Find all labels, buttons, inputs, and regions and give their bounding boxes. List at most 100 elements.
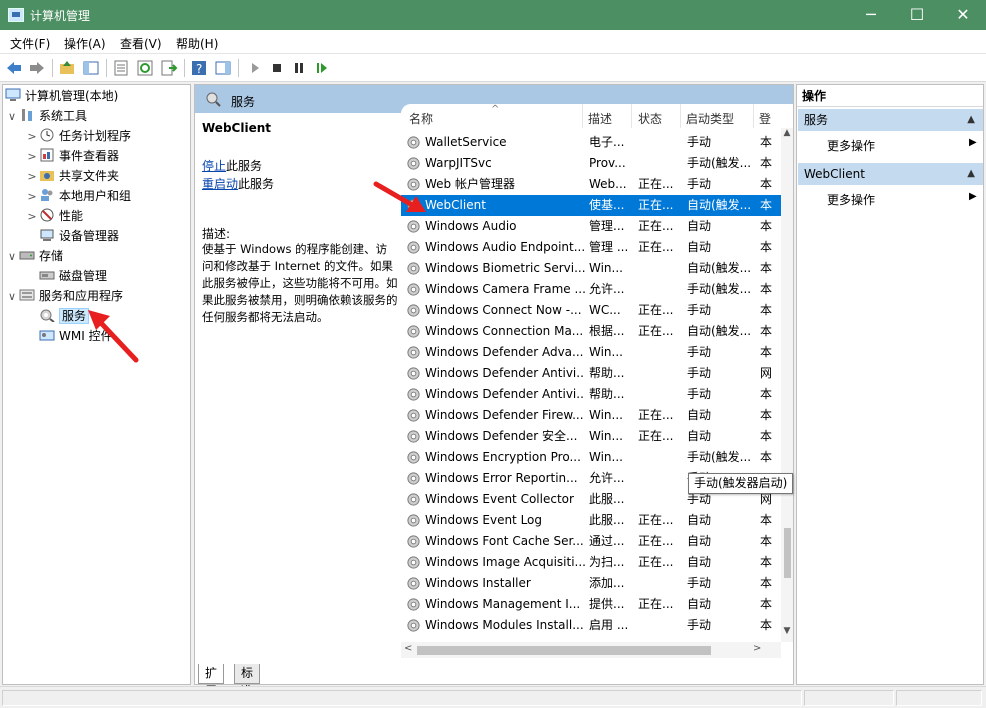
tree-item-services-and-applications[interactable]: ∨ 服务和应用程序 [5, 286, 123, 306]
service-row[interactable]: Windows Modules Install... 启用 ... 手动 本 [401, 615, 781, 636]
forward-icon[interactable] [28, 59, 46, 77]
service-row[interactable]: Windows Management I... 提供... 正在... 自动 本 [401, 594, 781, 615]
collapse-chevron-icon[interactable]: ∨ [5, 247, 19, 267]
collapse-chevron-icon[interactable]: ∨ [5, 287, 19, 307]
service-name: Windows Modules Install... [425, 618, 584, 632]
status-segment [2, 690, 802, 706]
service-row[interactable]: Windows Defender Antivi... 帮助... 手动 本 [401, 384, 781, 405]
back-icon[interactable] [5, 59, 23, 77]
tree-item-shared-folders[interactable]: > 共享文件夹 [25, 166, 119, 186]
service-row[interactable]: Windows Biometric Servi... Win... 自动(触发...… [401, 258, 781, 279]
tab-extended[interactable]: 扩展 [198, 664, 225, 698]
service-row[interactable]: Windows Connect Now -... WC... 正在... 手动 本 [401, 300, 781, 321]
menu-action[interactable]: 操作(A) [64, 35, 106, 52]
tree-item-task-scheduler[interactable]: > 任务计划程序 [25, 126, 131, 146]
service-row[interactable]: Windows Camera Frame ... 允许... 手动(触发... 本 [401, 279, 781, 300]
service-row[interactable]: WarpJITSvc Prov... 手动(触发... 本 [401, 153, 781, 174]
scroll-up-icon[interactable]: ▲ [781, 128, 793, 138]
service-row[interactable]: Windows Audio 管理... 正在... 自动 本 [401, 216, 781, 237]
properties-icon[interactable] [112, 59, 130, 77]
minimize-button[interactable]: ─ [848, 0, 894, 30]
tree-item-performance[interactable]: > 性能 [25, 206, 83, 226]
more-actions-services[interactable]: 更多操作 ▶ [827, 137, 977, 154]
column-log-on-as[interactable]: 登 [759, 110, 771, 127]
refresh-icon[interactable] [136, 59, 154, 77]
service-status: 正在... [638, 408, 674, 422]
help-icon[interactable]: ? [190, 59, 208, 77]
vertical-scroll-thumb[interactable] [784, 528, 791, 578]
maximize-button[interactable]: ☐ [894, 0, 940, 30]
horizontal-scrollbar[interactable]: < > [401, 642, 781, 658]
service-description: 帮助... [589, 366, 625, 380]
service-row[interactable]: Windows Audio Endpoint... 管理 ... 正在... 自动 本 [401, 237, 781, 258]
tree-item-device-manager[interactable]: 设备管理器 [25, 226, 119, 246]
menu-help[interactable]: 帮助(H) [176, 35, 218, 52]
service-row[interactable]: Windows Defender Firew... Win... 正在... 自动 本 [401, 405, 781, 426]
service-row[interactable]: Windows Installer 添加... 手动 本 [401, 573, 781, 594]
restart-service-icon[interactable] [313, 59, 331, 77]
expand-chevron-icon[interactable]: > [25, 187, 39, 207]
up-folder-icon[interactable] [58, 59, 76, 77]
service-row[interactable]: Windows Defender 安全... Win... 正在... 自动 本 [401, 426, 781, 447]
service-status: 正在... [638, 324, 674, 338]
tab-standard[interactable]: 标准 [234, 664, 261, 698]
service-gear-icon [407, 493, 420, 506]
stop-service-icon[interactable] [268, 59, 286, 77]
tree-item-services[interactable]: 服务 [25, 306, 90, 326]
service-name: Windows Connect Now -... [425, 303, 582, 317]
services-rows: WalletService 电子... 手动本 WarpJITSvc Prov... 手动… [401, 132, 781, 640]
restart-service-link[interactable]: 重启动 [202, 177, 238, 191]
service-row[interactable]: Windows Font Cache Ser... 通过... 正在... 自动 本 [401, 531, 781, 552]
show-action-pane-icon[interactable] [214, 59, 232, 77]
collapse-caret-icon[interactable]: ▲ [967, 109, 975, 131]
service-row[interactable]: WalletService 电子... 手动 本 [401, 132, 781, 153]
actions-section-services[interactable]: 服务 ▲ [798, 109, 983, 131]
service-row[interactable]: Web 帐户管理器 Web... 正在... 手动 本 [401, 174, 781, 195]
service-name: WarpJITSvc [425, 156, 492, 170]
column-startup-type[interactable]: 启动类型 [686, 110, 734, 127]
tree-item-disk-management[interactable]: 磁盘管理 [25, 266, 107, 286]
actions-section-webclient[interactable]: WebClient ▲ [798, 163, 983, 185]
service-description: Prov... [589, 156, 626, 170]
service-row[interactable]: WebClient 使基... 正在... 自动(触发... 本 [401, 195, 781, 216]
expand-chevron-icon[interactable]: > [25, 147, 39, 167]
scroll-down-icon[interactable]: ▼ [781, 626, 793, 636]
close-button[interactable]: ✕ [940, 0, 986, 30]
service-row[interactable]: Windows Defender Antivi... 帮助... 手动 网 [401, 363, 781, 384]
tree-item-storage[interactable]: ∨ 存储 [5, 246, 63, 266]
menu-view[interactable]: 查看(V) [120, 35, 162, 52]
more-actions-webclient[interactable]: 更多操作 ▶ [827, 191, 977, 208]
service-description: Web... [589, 177, 627, 191]
start-service-icon[interactable] [246, 59, 264, 77]
service-row[interactable]: Windows Defender Adva... Win... 手动 本 [401, 342, 781, 363]
tree-item-system-tools[interactable]: ∨ 系统工具 [5, 106, 87, 126]
column-name[interactable]: 名称 [409, 110, 433, 127]
service-status: 正在... [638, 240, 674, 254]
tree-item-event-viewer[interactable]: > 事件查看器 [25, 146, 119, 166]
column-description[interactable]: 描述 [588, 110, 612, 127]
expand-chevron-icon[interactable]: > [25, 207, 39, 227]
stop-service-link[interactable]: 停止 [202, 159, 226, 173]
description-text: 使基于 Windows 的程序能创建、访问和修改基于 Internet 的文件。… [202, 242, 398, 324]
collapse-caret-icon[interactable]: ▲ [967, 163, 975, 185]
export-list-icon[interactable] [160, 59, 178, 77]
show-hide-tree-icon[interactable] [82, 59, 100, 77]
pause-service-icon[interactable] [290, 59, 308, 77]
service-row[interactable]: Windows Connection Ma... 根据... 正在... 自动(触发.… [401, 321, 781, 342]
service-row[interactable]: Windows Encryption Pro... Win... 手动(触发... 本 [401, 447, 781, 468]
collapse-chevron-icon[interactable]: ∨ [5, 107, 19, 127]
column-status[interactable]: 状态 [638, 110, 662, 127]
service-row[interactable]: Windows Event Log 此服... 正在... 自动 本 [401, 510, 781, 531]
service-name: Windows Defender Antivi... [425, 366, 585, 380]
service-row[interactable]: Windows Image Acquisiti... 为扫... 正在... 自动 本 [401, 552, 781, 573]
horizontal-scroll-thumb[interactable] [417, 646, 711, 655]
menu-file[interactable]: 文件(F) [10, 35, 50, 52]
tree-item-local-users-groups[interactable]: > 本地用户和组 [25, 186, 131, 206]
expand-chevron-icon[interactable]: > [25, 167, 39, 187]
vertical-scrollbar[interactable]: ▲ ▼ [781, 128, 793, 642]
tree-item-computer-management[interactable]: 计算机管理(本地) [5, 86, 118, 106]
scroll-right-icon[interactable]: > [753, 643, 761, 654]
scroll-left-icon[interactable]: < [404, 643, 412, 654]
service-log-on-as: 本 [760, 198, 773, 212]
expand-chevron-icon[interactable]: > [25, 127, 39, 147]
